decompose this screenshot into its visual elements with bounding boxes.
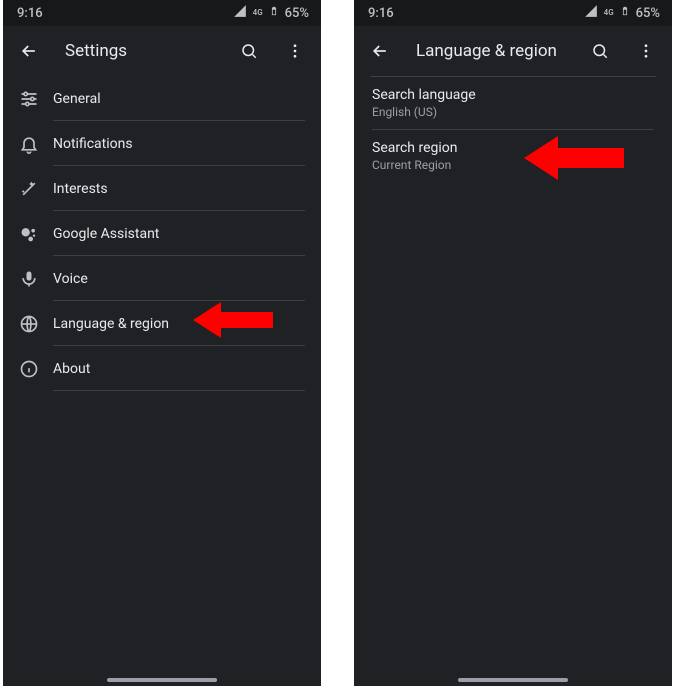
item-search-region[interactable]: Search region Current Region (354, 130, 672, 183)
search-button[interactable] (229, 31, 269, 71)
signal-icon (584, 4, 598, 22)
status-right: 4G 65% (584, 3, 660, 23)
settings-item-label: About (53, 361, 90, 377)
search-button[interactable] (580, 31, 620, 71)
settings-item-interests[interactable]: Interests (3, 166, 321, 211)
settings-item-label: Interests (53, 181, 108, 197)
settings-item-language-region[interactable]: Language & region (3, 301, 321, 346)
settings-item-notifications[interactable]: Notifications (3, 121, 321, 166)
sliders-icon (19, 89, 53, 109)
item-subtitle: English (US) (372, 105, 654, 119)
settings-item-label: Notifications (53, 136, 133, 152)
settings-item-voice[interactable]: Voice (3, 256, 321, 301)
item-title: Search region (372, 140, 654, 156)
gesture-nav-bar[interactable] (3, 678, 321, 682)
settings-item-label: General (53, 91, 101, 107)
overflow-menu-button[interactable] (626, 31, 666, 71)
network-type: 4G (604, 9, 614, 17)
settings-item-general[interactable]: General (3, 76, 321, 121)
overflow-menu-button[interactable] (275, 31, 315, 71)
settings-item-label: Language & region (53, 316, 169, 332)
settings-item-label: Google Assistant (53, 226, 159, 242)
battery-icon (269, 3, 279, 23)
mic-icon (19, 269, 53, 289)
status-bar: 9:16 4G 65% (3, 0, 321, 26)
item-subtitle: Current Region (372, 158, 654, 172)
status-right: 4G 65% (233, 3, 309, 23)
phone-language-region: 9:16 4G 65% Language & region (354, 0, 672, 686)
settings-list: General Notifications Interests (3, 76, 321, 391)
phone-settings: 9:16 4G 65% Settings (3, 0, 321, 686)
battery-percent: 65% (285, 6, 309, 21)
bell-icon (19, 134, 53, 154)
status-time: 9:16 (17, 6, 43, 21)
item-title: Search language (372, 87, 654, 103)
gesture-nav-bar[interactable] (354, 678, 672, 682)
back-button[interactable] (9, 31, 49, 71)
language-region-list: Search language English (US) Search regi… (354, 77, 672, 183)
settings-item-label: Voice (53, 271, 88, 287)
network-type: 4G (253, 9, 263, 17)
battery-percent: 65% (636, 6, 660, 21)
wand-icon (19, 179, 53, 199)
app-bar: Language & region (354, 26, 672, 76)
back-button[interactable] (360, 31, 400, 71)
globe-icon (19, 314, 53, 334)
settings-item-about[interactable]: About (3, 346, 321, 391)
status-bar: 9:16 4G 65% (354, 0, 672, 26)
status-time: 9:16 (368, 6, 394, 21)
battery-icon (620, 3, 630, 23)
page-title: Settings (55, 41, 223, 61)
assistant-icon (19, 224, 53, 244)
item-search-language[interactable]: Search language English (US) (354, 77, 672, 130)
page-title: Language & region (406, 41, 574, 61)
info-icon (19, 359, 53, 379)
settings-item-google-assistant[interactable]: Google Assistant (3, 211, 321, 256)
signal-icon (233, 4, 247, 22)
app-bar: Settings (3, 26, 321, 76)
